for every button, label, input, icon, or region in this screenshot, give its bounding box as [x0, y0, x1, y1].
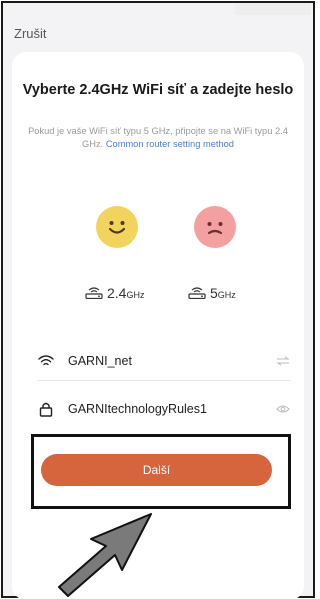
- page-title: Vyberte 2.4GHz WiFi síť a zadejte heslo: [22, 82, 294, 98]
- router-icon: [188, 287, 206, 299]
- wifi-icon: [38, 354, 54, 365]
- instruction-text: Pokud je vaše WiFi síť typu 5 GHz, připo…: [24, 125, 292, 151]
- eye-icon[interactable]: [276, 404, 290, 414]
- password-value[interactable]: GARNItechnologyRules1: [68, 402, 276, 416]
- lock-icon: [39, 402, 53, 417]
- band-2-4ghz: 2.4 GHz: [85, 283, 144, 303]
- band-5ghz: 5 GHz: [188, 283, 236, 303]
- next-button[interactable]: Další: [41, 454, 272, 486]
- switch-network-icon[interactable]: [276, 355, 290, 366]
- pointer-arrow-icon: [58, 513, 152, 597]
- band-unit: GHz: [126, 289, 145, 300]
- router-icon: [85, 287, 103, 299]
- password-field[interactable]: GARNItechnologyRules1: [38, 394, 290, 424]
- band-number: 5: [210, 285, 218, 301]
- wifi-ssid-value[interactable]: GARNI_net: [68, 354, 276, 368]
- happy-face-icon: [96, 206, 138, 248]
- router-help-link[interactable]: Common router setting method: [106, 139, 234, 149]
- band-unit: GHz: [217, 289, 236, 300]
- cancel-button[interactable]: Zrušit: [14, 26, 47, 41]
- wifi-ssid-field[interactable]: GARNI_net: [38, 341, 290, 381]
- sad-face-icon: [194, 206, 236, 248]
- band-number: 2.4: [107, 285, 127, 301]
- status-strip: [235, 3, 311, 15]
